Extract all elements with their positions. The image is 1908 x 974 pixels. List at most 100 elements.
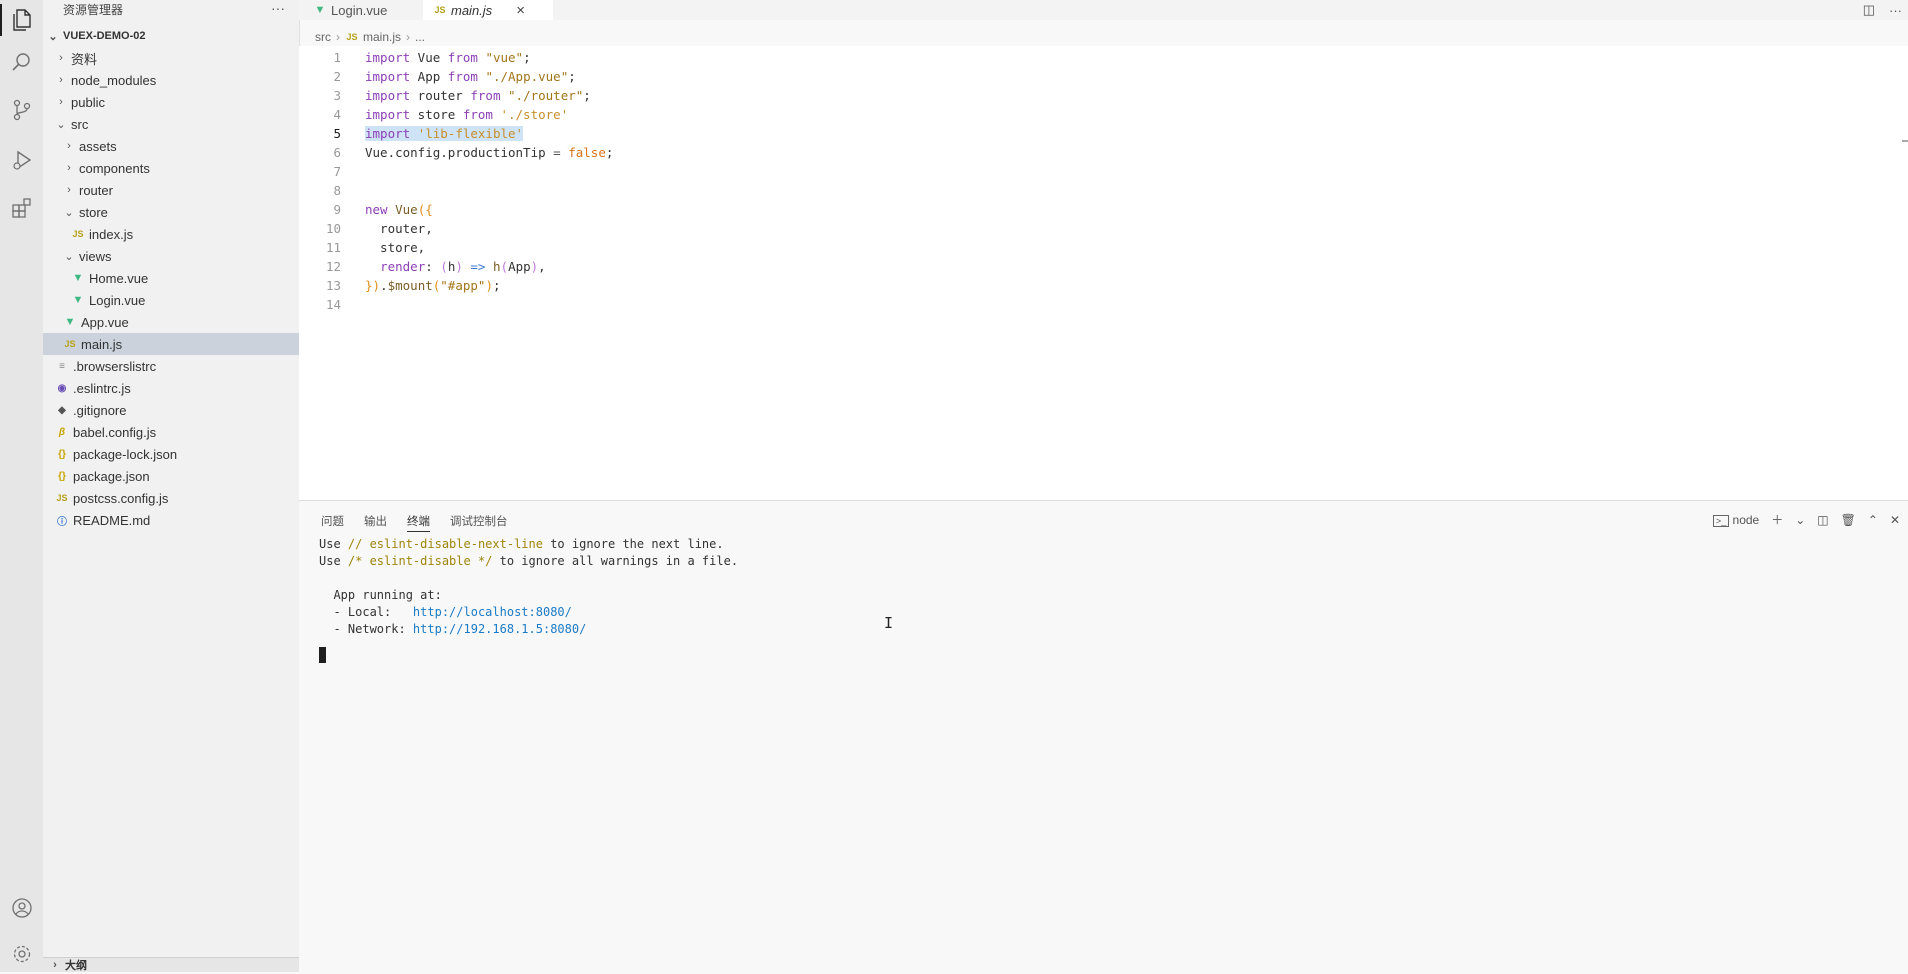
search-icon[interactable] bbox=[0, 42, 43, 82]
tab-output[interactable]: 输出 bbox=[364, 511, 387, 531]
tree-file[interactable]: ◉ .eslintrc.js bbox=[43, 377, 299, 399]
more-actions-icon[interactable]: ··· bbox=[271, 0, 285, 16]
tree-item-label: package-lock.json bbox=[73, 446, 178, 462]
tree-folder[interactable]: › assets bbox=[43, 135, 299, 157]
tree-item-label: views bbox=[79, 248, 112, 264]
tab-problems[interactable]: 问题 bbox=[321, 511, 344, 531]
terminal-output[interactable]: Use // eslint-disable-next-line to ignor… bbox=[319, 535, 738, 663]
code-line[interactable]: 13}). $mount("#app"); bbox=[299, 276, 613, 295]
code-line[interactable]: 1 import Vue from "vue"; bbox=[299, 48, 613, 67]
info-file-icon: ⓘ bbox=[57, 516, 67, 528]
code-token: App bbox=[410, 69, 448, 84]
chevron-down-icon[interactable]: ⌄ bbox=[1795, 513, 1805, 527]
code-line[interactable]: 12 render: (h) => h(App), bbox=[299, 257, 613, 276]
code-token: ) bbox=[455, 259, 463, 274]
code-line[interactable]: 3 import router from "./router"; bbox=[299, 86, 613, 105]
tree-file[interactable]: ▼ Home.vue bbox=[43, 267, 299, 289]
scrollbar-marker bbox=[1902, 140, 1908, 142]
outline-section[interactable]: › 大纲 bbox=[43, 957, 305, 972]
tree-folder[interactable]: ⌄ store bbox=[43, 201, 299, 223]
line-number: 12 bbox=[325, 259, 341, 274]
line-number: 13 bbox=[325, 278, 341, 293]
code-token: ( bbox=[500, 259, 509, 274]
more-actions-icon[interactable]: ··· bbox=[1889, 3, 1902, 18]
extensions-icon[interactable] bbox=[0, 188, 43, 228]
code-line[interactable]: 14 bbox=[299, 295, 613, 314]
tree-item-label: src bbox=[71, 116, 89, 132]
tree-file[interactable]: ⓘ README.md bbox=[43, 509, 299, 531]
workspace-root[interactable]: ⌄ VUEX-DEMO-02 bbox=[43, 26, 299, 46]
chevron-right-icon: › bbox=[67, 140, 71, 152]
code-token: ; bbox=[583, 88, 591, 103]
code-token: ; bbox=[605, 145, 614, 160]
breadcrumb-folder[interactable]: src bbox=[315, 30, 331, 44]
terminal-cursor bbox=[319, 647, 326, 663]
tree-item-label: babel.config.js bbox=[73, 424, 157, 440]
split-terminal-icon[interactable]: ◫ bbox=[1817, 513, 1828, 527]
code-line[interactable]: 9 new Vue({ bbox=[299, 200, 613, 219]
tree-file[interactable]: ≡ .browserslistrc bbox=[43, 355, 299, 377]
tab-main-js[interactable]: JS main.js × bbox=[423, 0, 553, 20]
code-token: from bbox=[447, 50, 478, 65]
code-line[interactable]: 7 bbox=[299, 162, 613, 181]
list-file-icon: ≡ bbox=[59, 360, 65, 372]
code-token: => bbox=[470, 259, 486, 274]
tree-file[interactable]: {} package-lock.json bbox=[43, 443, 299, 465]
close-icon[interactable]: × bbox=[516, 2, 525, 19]
tree-file[interactable]: JS postcss.config.js bbox=[43, 487, 299, 509]
code-line[interactable]: 10 router, bbox=[299, 219, 613, 238]
code-line[interactable]: 5 import 'lib-flexible' bbox=[299, 124, 613, 143]
run-debug-icon[interactable] bbox=[0, 140, 43, 180]
code-line[interactable]: 6 Vue.config.productionTip = false; bbox=[299, 143, 613, 162]
js-file-icon: JS bbox=[64, 339, 76, 349]
breadcrumb-more[interactable]: ... bbox=[415, 30, 425, 44]
tree-folder[interactable]: › components bbox=[43, 157, 299, 179]
tree-folder[interactable]: › 资料 bbox=[43, 47, 299, 69]
code-line[interactable]: 11 store, bbox=[299, 238, 613, 257]
terminal-text: - Network: bbox=[319, 621, 413, 636]
line-number: 5 bbox=[333, 126, 341, 141]
tree-file[interactable]: {} package.json bbox=[43, 465, 299, 487]
code-editor[interactable]: 1 import Vue from "vue"; 2 import App from … bbox=[299, 46, 1908, 500]
terminal-link[interactable]: http://localhost:8080/ bbox=[413, 605, 572, 619]
settings-gear-icon[interactable] bbox=[0, 934, 43, 974]
code-token: import bbox=[365, 126, 411, 141]
tree-folder[interactable]: › public bbox=[43, 91, 299, 113]
tree-file[interactable]: JS index.js bbox=[43, 223, 299, 245]
close-panel-icon[interactable]: ✕ bbox=[1890, 513, 1900, 527]
tab-terminal[interactable]: 终端 bbox=[407, 511, 430, 532]
account-icon[interactable] bbox=[0, 888, 43, 928]
chevron-down-icon: ⌄ bbox=[56, 118, 66, 131]
breadcrumb-file[interactable]: main.js bbox=[363, 30, 401, 44]
tree-file[interactable]: ◆ .gitignore bbox=[43, 399, 299, 421]
split-editor-icon[interactable]: ◫ bbox=[1863, 2, 1875, 18]
tree-file[interactable]: JS main.js bbox=[43, 333, 299, 355]
trash-icon[interactable]: 🗑 bbox=[1841, 513, 1856, 527]
tab-debug-console[interactable]: 调试控制台 bbox=[450, 511, 508, 531]
terminal-shell-selector[interactable]: >_ node bbox=[1712, 513, 1759, 527]
terminal-link[interactable]: http://192.168.1.5:8080/ bbox=[413, 622, 586, 636]
code-lines[interactable]: 1 import Vue from "vue"; 2 import App from … bbox=[299, 48, 613, 314]
tree-file[interactable]: ▼ App.vue bbox=[43, 311, 299, 333]
code-line[interactable]: 8 bbox=[299, 181, 613, 200]
tree-file[interactable]: ▼ Login.vue bbox=[43, 289, 299, 311]
code-token: ) bbox=[530, 259, 539, 274]
tree-folder[interactable]: › node_modules bbox=[43, 69, 299, 91]
tree-folder[interactable]: ⌄ src bbox=[43, 113, 299, 135]
files-icon[interactable] bbox=[0, 0, 43, 40]
code-line[interactable]: 2 import App from "./App.vue"; bbox=[299, 67, 613, 86]
vue-file-icon: ▼ bbox=[64, 316, 76, 328]
tab-login-vue[interactable]: ▼ Login.vue bbox=[299, 0, 423, 20]
code-line[interactable]: 4 import store from './store' bbox=[299, 105, 613, 124]
code-token: Vue bbox=[410, 50, 448, 65]
source-control-icon[interactable] bbox=[0, 90, 43, 130]
tree-file[interactable]: β babel.config.js bbox=[43, 421, 299, 443]
tree-folder[interactable]: › router bbox=[43, 179, 299, 201]
new-terminal-icon[interactable]: ＋ bbox=[1771, 511, 1783, 528]
tree-folder[interactable]: ⌄ views bbox=[43, 245, 299, 267]
maximize-panel-icon[interactable]: ⌃ bbox=[1868, 513, 1878, 527]
